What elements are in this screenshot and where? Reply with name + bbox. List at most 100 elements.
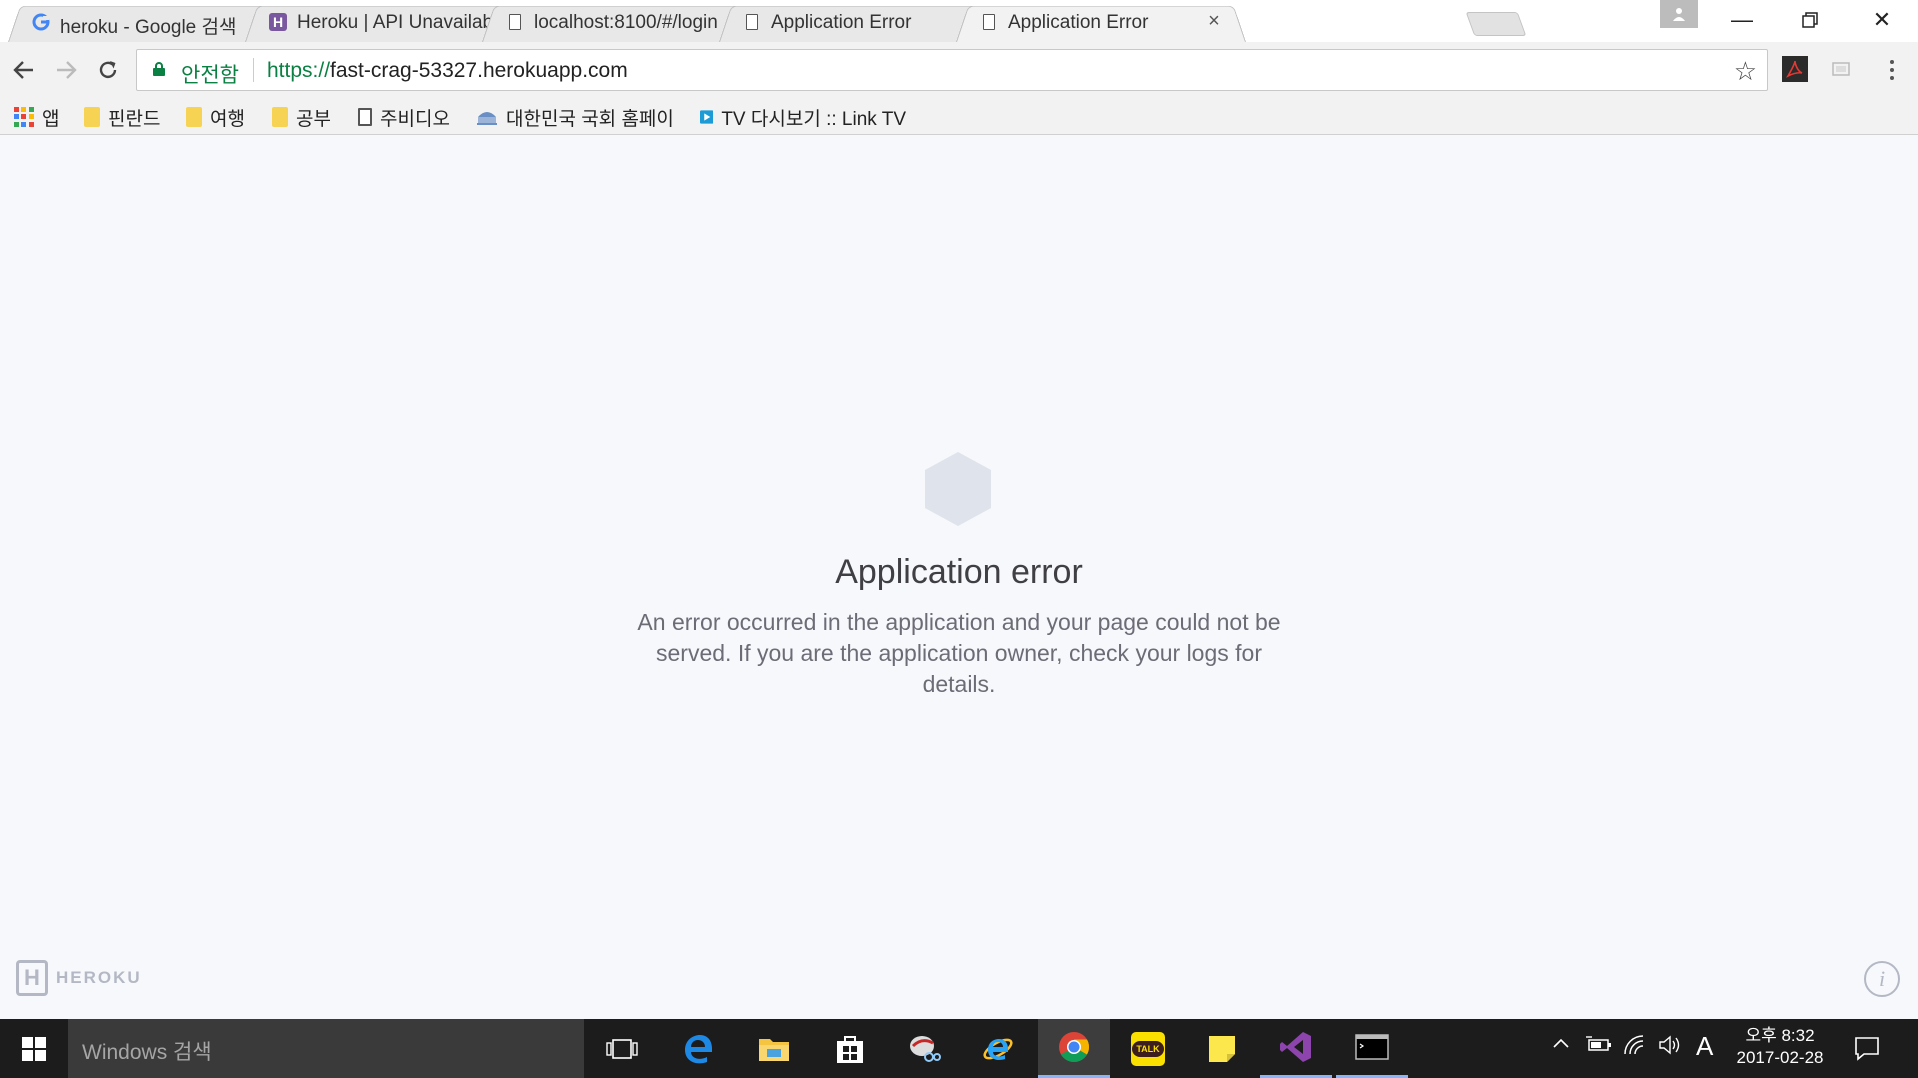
folder-icon [84,107,100,127]
clock-time: 오후 8:32 [1745,1026,1815,1045]
tab-title: Application Error [771,12,912,33]
browser-toolbar: 안전함 https://fast-crag-53327.herokuapp.co… [0,42,1918,100]
bookmark-apps[interactable]: 앱 [14,100,59,134]
battery-icon [1586,1036,1611,1051]
store-icon [837,1035,863,1063]
user-icon [1673,8,1685,21]
windows-logo-icon [22,1036,46,1061]
network-button[interactable] [1624,1035,1646,1061]
bookmark-star-icon[interactable]: ☆ [1734,56,1757,87]
close-icon[interactable]: × [1204,11,1224,31]
tab-application-error-current[interactable]: Application Error × [956,2,1246,43]
restore-icon [1802,12,1818,28]
bookmark-label: 앱 [42,108,60,130]
back-button[interactable] [6,52,42,88]
chevron-up-icon [1553,1038,1569,1048]
internet-explorer-button[interactable] [962,1019,1034,1078]
start-button[interactable] [0,1019,68,1078]
page-icon [506,13,524,31]
chrome-icon [1059,1032,1090,1063]
tab-title: heroku - Google 검색 [60,17,237,38]
folder-icon [759,1038,789,1061]
page-content: Application error An error occurred in t… [0,135,1918,1019]
show-hidden-icons-button[interactable] [1552,1035,1570,1059]
command-prompt-icon [1355,1034,1389,1060]
heroku-icon: H [269,13,287,31]
battery-button[interactable] [1586,1035,1612,1059]
bookmark-label: 대한민국 국회 홈페이 [506,108,674,130]
bookmark-label: TV 다시보기 :: Link TV [721,108,906,130]
bookmark-label: 공부 [296,108,331,130]
address-bar[interactable]: 안전함 https://fast-crag-53327.herokuapp.co… [136,49,1768,91]
bookmark-juvideo[interactable]: 주비디오 [358,100,450,134]
tab-title: localhost:8100/#/login [534,12,718,33]
lock-icon [153,62,165,76]
bookmark-study[interactable]: 공부 [272,100,331,134]
snipping-tool-button[interactable] [888,1019,960,1078]
edge-icon [685,1034,712,1063]
bookmarks-bar: 앱 핀란드 여행 공부 주비디오 대한민국 국회 홈페이 TV 다시보기 :: … [0,100,1918,135]
url-text[interactable]: https://fast-crag-53327.herokuapp.com [267,59,628,83]
speaker-icon [1659,1035,1680,1055]
bookmark-tv-replay[interactable]: TV 다시보기 :: Link TV [700,100,906,134]
command-prompt-button[interactable] [1336,1019,1408,1078]
restore-button[interactable] [1780,0,1840,40]
kakaotalk-icon: TALK [1131,1031,1165,1066]
security-label: 안전함 [181,64,239,87]
bookmark-national-assembly[interactable]: 대한민국 국회 홈페이 [476,100,680,134]
extension-icon[interactable] [1828,56,1854,82]
forward-button[interactable] [48,52,84,88]
tab-strip: heroku - Google 검색 × H Heroku | API Unav… [0,0,1918,43]
file-explorer-button[interactable] [738,1019,810,1078]
sticky-notes-button[interactable] [1186,1019,1258,1078]
snipping-tool-icon [910,1035,941,1062]
page-icon [980,13,998,31]
hexagon-icon [925,452,991,526]
chrome-app-button[interactable] [1038,1019,1110,1078]
tv-play-icon [700,110,714,124]
visual-studio-icon [1280,1032,1311,1062]
action-center-button[interactable] [1852,1033,1882,1063]
task-view-button[interactable] [586,1019,658,1078]
notification-icon [1855,1037,1879,1061]
close-window-button[interactable]: ✕ [1852,0,1912,40]
acrobat-extension-icon[interactable] [1782,56,1808,82]
page-icon [743,13,761,31]
store-app-button[interactable] [814,1019,886,1078]
heroku-logo[interactable]: H HEROKU [16,960,142,996]
bookmark-travel[interactable]: 여행 [186,100,245,134]
new-tab-button[interactable] [1465,12,1527,36]
bookmark-label: 핀란드 [108,108,161,130]
profile-button[interactable] [1660,0,1698,28]
clock[interactable]: 오후 8:32 2017-02-28 [1720,1025,1840,1069]
info-button[interactable]: i [1864,961,1900,997]
kakaotalk-app-button[interactable]: TALK [1112,1019,1184,1078]
edge-app-button[interactable] [662,1019,734,1078]
visual-studio-button[interactable] [1260,1019,1332,1078]
task-view-icon [606,1038,638,1059]
error-message: An error occurred in the application and… [637,609,1281,697]
reload-button[interactable] [90,52,126,88]
taskbar-search-box[interactable]: Windows 검색 [68,1019,584,1078]
sticky-notes-icon [1209,1035,1235,1062]
page-icon [358,108,372,126]
google-icon [32,13,50,31]
wifi-icon [1624,1035,1644,1055]
apps-grid-icon [14,107,34,127]
ime-indicator[interactable]: A [1696,1031,1713,1062]
chrome-menu-icon[interactable] [1880,52,1904,88]
talk-label: TALK [1132,1040,1164,1057]
reload-icon [99,61,117,79]
heroku-logo-icon: H [16,960,48,996]
clock-date: 2017-02-28 [1736,1048,1824,1067]
bookmark-label: 여행 [210,108,245,130]
minimize-button[interactable]: — [1712,0,1772,40]
arrow-right-icon [57,61,77,79]
bookmark-finland[interactable]: 핀란드 [84,100,160,134]
volume-button[interactable] [1658,1035,1682,1061]
tab-title: Application Error [1008,12,1149,33]
divider [253,58,254,82]
folder-icon [186,107,202,127]
bookmark-label: 주비디오 [380,108,450,130]
internet-explorer-icon [983,1038,1013,1060]
